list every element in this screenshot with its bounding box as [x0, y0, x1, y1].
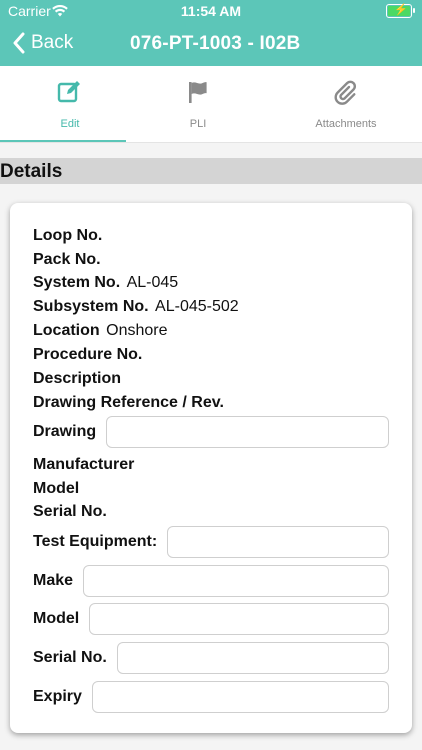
procedure-no-row: Procedure No. [33, 346, 142, 364]
te-serial-no-row: Serial No. [33, 641, 389, 675]
system-no-label: System No. [33, 274, 121, 291]
paperclip-icon [334, 80, 357, 105]
flag-icon [189, 82, 207, 103]
loop-no-label: Loop No. [33, 227, 103, 244]
expiry-label: Expiry [33, 688, 82, 705]
back-label: Back [31, 32, 74, 53]
tab-edit[interactable]: Edit [0, 66, 140, 142]
drawing-row: Drawing [33, 415, 389, 449]
manufacturer-label: Manufacturer [33, 456, 135, 473]
tab-edit-label: Edit [60, 118, 80, 130]
drawing-reference-label: Drawing Reference / Rev. [33, 394, 224, 411]
status-bar: Carrier 11:54 AM ⚡ [0, 0, 422, 24]
tab-bar: Edit PLI Attachments [0, 66, 422, 143]
status-time: 11:54 AM [180, 3, 242, 19]
chevron-left-icon [13, 32, 25, 54]
details-card: Loop No. Pack No. System No. AL-045 Subs… [10, 203, 412, 733]
te-model-row: Model [33, 602, 389, 636]
procedure-no-label: Procedure No. [33, 346, 143, 363]
test-equipment-row: Test Equipment: [33, 525, 389, 559]
make-row: Make [33, 564, 389, 598]
te-serial-no-field[interactable] [116, 642, 389, 674]
model-label: Model [33, 480, 80, 497]
navigation-bar: Back 076-PT-1003 - I02B [0, 24, 422, 66]
expiry-field[interactable] [91, 681, 389, 713]
system-no-value: AL-045 [126, 274, 179, 291]
loop-no-row: Loop No. [33, 227, 102, 245]
battery-icon: ⚡ [386, 4, 415, 18]
serial-no-row: Serial No. [33, 503, 107, 521]
location-value: Onshore [106, 322, 168, 339]
pack-no-row: Pack No. [33, 251, 101, 269]
back-button[interactable]: Back [12, 32, 73, 54]
drawing-reference-row: Drawing Reference / Rev. [33, 394, 224, 412]
location-label: Location [33, 322, 100, 339]
serial-no-label: Serial No. [33, 503, 107, 520]
tab-pli-label: PLI [189, 118, 207, 130]
tab-attachments[interactable]: Attachments [276, 66, 416, 142]
manufacturer-row: Manufacturer [33, 456, 134, 474]
test-equipment-field[interactable] [167, 526, 389, 558]
test-equipment-label: Test Equipment: [33, 533, 158, 550]
edit-icon [57, 81, 80, 103]
tab-attachments-label: Attachments [315, 118, 377, 130]
location-row: Location Onshore [33, 322, 168, 340]
description-row: Description [33, 370, 121, 388]
system-no-row: System No. AL-045 [33, 274, 178, 292]
description-label: Description [33, 370, 122, 387]
make-field[interactable] [83, 565, 389, 597]
page-title: 076-PT-1003 - I02B [130, 33, 301, 54]
pack-no-label: Pack No. [33, 251, 101, 268]
drawing-field[interactable] [106, 416, 389, 448]
te-serial-no-label: Serial No. [33, 649, 107, 666]
details-section-header: Details [0, 158, 422, 184]
subsystem-no-value: AL-045-502 [155, 298, 239, 315]
tab-pli[interactable]: PLI [128, 66, 268, 142]
expiry-row: Expiry [33, 680, 389, 714]
subsystem-no-label: Subsystem No. [33, 298, 149, 315]
drawing-label: Drawing [33, 423, 97, 440]
make-label: Make [33, 572, 74, 589]
subsystem-no-row: Subsystem No. AL-045-502 [33, 298, 239, 316]
te-model-label: Model [33, 610, 80, 627]
model-row: Model [33, 480, 79, 498]
top-bar: Carrier 11:54 AM ⚡ Back 076-PT-1003 - I0… [0, 0, 422, 66]
te-model-field[interactable] [89, 603, 389, 635]
